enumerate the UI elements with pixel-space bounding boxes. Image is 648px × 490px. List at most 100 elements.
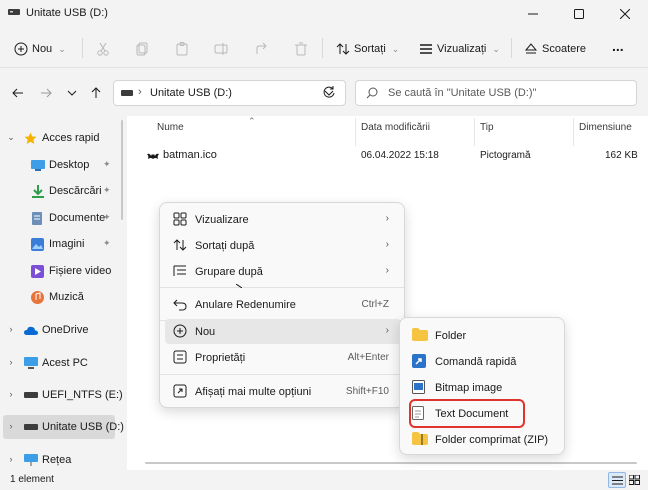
toolbar-separator [82, 38, 83, 58]
refresh-button[interactable] [322, 85, 336, 99]
toolbar-separator [511, 38, 512, 58]
chevron-right-icon: › [385, 265, 389, 276]
zip-folder-icon [412, 432, 428, 446]
chevron-right-icon[interactable]: › [6, 389, 16, 399]
submenu-item-zip-folder[interactable]: Folder comprimat (ZIP) [405, 426, 561, 451]
cut-button[interactable] [96, 36, 110, 62]
column-header-type[interactable]: Tip [480, 122, 494, 133]
more-icon: ... [612, 38, 624, 54]
table-row[interactable]: batman.ico 06.04.2022 15:18 Pictogramă 1… [127, 144, 648, 166]
pin-icon[interactable]: ✦ [103, 212, 111, 223]
nav-item-this-pc[interactable]: › Acest PC [0, 351, 118, 375]
star-icon [24, 132, 38, 144]
nav-item-desktop[interactable]: Desktop ✦ [0, 153, 118, 177]
submenu-item-folder[interactable]: Folder [405, 322, 561, 347]
new-button[interactable]: Nou ⌄ [14, 36, 66, 62]
share-button[interactable] [255, 36, 269, 62]
column-header-modified[interactable]: Data modificării [361, 122, 430, 133]
file-size: 162 KB [605, 150, 638, 161]
column-header-size[interactable]: Dimensiune [579, 122, 632, 133]
nav-item-uefi-ntfs[interactable]: › UEFI_NTFS (E:) [0, 383, 123, 407]
menu-item-view[interactable]: Vizualizare › [165, 207, 401, 232]
nav-item-downloads[interactable]: Descărcări ✦ [0, 179, 118, 203]
chevron-down-icon [67, 88, 77, 98]
nav-item-pictures[interactable]: Imagini ✦ [0, 232, 118, 256]
pin-icon[interactable]: ✦ [103, 185, 111, 196]
rename-icon [214, 42, 228, 56]
close-icon [620, 9, 630, 19]
forward-button[interactable] [36, 83, 56, 103]
column-separator[interactable] [355, 118, 356, 146]
chevron-right-icon[interactable]: › [6, 324, 16, 334]
column-header-name[interactable]: Nume [157, 122, 184, 133]
plus-circle-icon [14, 42, 28, 56]
delete-button[interactable] [294, 36, 308, 62]
drive-icon [8, 8, 20, 16]
address-row: › Unitate USB (D:) Se caută în "Unitate … [0, 68, 648, 116]
chevron-right-icon[interactable]: › [6, 357, 16, 367]
videos-icon [31, 265, 45, 278]
chevron-right-icon: › [385, 325, 389, 336]
column-separator[interactable] [573, 118, 574, 146]
menu-item-more-options[interactable]: Afișați mai multe opțiuni Shift+F10 [165, 379, 401, 404]
column-separator[interactable] [474, 118, 475, 146]
recent-button[interactable] [62, 83, 82, 103]
new-submenu: Folder Comandă rapidă Bitmap image Text … [399, 317, 565, 455]
chevron-right-icon[interactable]: › [6, 421, 16, 431]
horizontal-scrollbar[interactable] [145, 462, 637, 464]
pin-icon[interactable]: ✦ [103, 238, 111, 249]
sort-button[interactable]: Sortați ⌄ [336, 36, 399, 62]
search-input[interactable]: Se caută în "Unitate USB (D:)" [355, 80, 637, 106]
breadcrumb[interactable]: Unitate USB (D:) [150, 87, 232, 99]
nav-item-network[interactable]: › Rețea [0, 448, 118, 472]
nav-item-music[interactable]: Muzică [0, 285, 118, 309]
nav-item-onedrive[interactable]: › OneDrive [0, 318, 118, 342]
minimize-button[interactable] [510, 0, 556, 28]
eject-icon [524, 42, 538, 56]
drive-icon [24, 424, 38, 436]
maximize-button[interactable] [556, 0, 602, 28]
address-bar[interactable]: › Unitate USB (D:) [113, 80, 346, 106]
details-view-button[interactable] [608, 472, 626, 488]
menu-item-properties[interactable]: Proprietăți Alt+Enter [165, 345, 401, 370]
submenu-item-shortcut[interactable]: Comandă rapidă [405, 348, 561, 373]
toolbar-separator [322, 38, 323, 58]
copy-icon [136, 42, 150, 56]
paste-icon [175, 42, 189, 56]
rename-button[interactable] [214, 36, 228, 62]
tiles-view-button[interactable] [629, 475, 640, 485]
nav-scrollbar[interactable] [121, 120, 123, 220]
view-button[interactable]: Vizualizați ⌄ [419, 36, 500, 62]
network-icon [24, 454, 38, 466]
command-bar: Nou ⌄ Sortați ⌄ Vizualizați ⌄ Scoatere .… [0, 28, 648, 68]
close-button[interactable] [602, 0, 648, 28]
up-button[interactable] [86, 83, 106, 103]
copy-button[interactable] [136, 36, 150, 62]
nav-item-usb-drive[interactable]: › Unitate USB (D:) [3, 415, 124, 439]
arrow-up-icon [90, 87, 102, 99]
back-button[interactable] [8, 83, 28, 103]
eject-button[interactable]: Scoatere [524, 36, 586, 62]
nav-item-documents[interactable]: Documente ✦ [0, 206, 118, 230]
menu-item-sort-by[interactable]: Sortați după › [165, 233, 401, 258]
menu-item-new[interactable]: Nou › [165, 319, 401, 344]
menu-item-group-by[interactable]: Grupare după › [165, 259, 401, 284]
minimize-icon [528, 9, 538, 19]
paste-button[interactable] [175, 36, 189, 62]
nav-item-quick-access[interactable]: ⌄ Acces rapid [0, 126, 118, 150]
file-modified: 06.04.2022 15:18 [361, 150, 439, 161]
tiles-view-icon [629, 475, 640, 485]
pc-icon [24, 357, 38, 369]
pin-icon[interactable]: ✦ [103, 159, 111, 170]
submenu-item-bitmap[interactable]: Bitmap image [405, 374, 561, 399]
view-list-icon [419, 42, 433, 56]
menu-item-undo-rename[interactable]: Anulare Redenumire Ctrl+Z [165, 292, 401, 317]
group-icon [173, 264, 187, 278]
chevron-right-icon[interactable]: › [6, 454, 16, 464]
desktop-icon [31, 160, 45, 172]
window-title: Unitate USB (D:) [26, 7, 108, 19]
more-button[interactable]: ... [612, 33, 624, 59]
share-icon [255, 42, 269, 56]
nav-item-videos[interactable]: Fișiere video [0, 259, 118, 283]
chevron-down-icon[interactable]: ⌄ [6, 132, 16, 143]
